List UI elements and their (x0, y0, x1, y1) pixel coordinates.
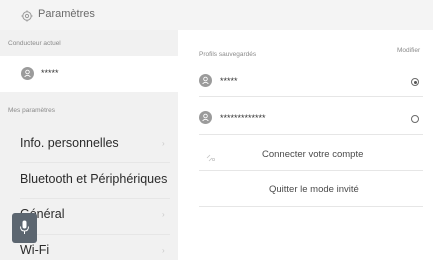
voice-assistant-button[interactable] (12, 213, 37, 243)
my-settings-section-label: Mes paramètres (8, 107, 55, 114)
header-bar: Paramètres (0, 0, 433, 30)
divider (199, 206, 423, 207)
quit-guest-mode-button[interactable]: Quitter le mode invité (269, 184, 359, 195)
profile-row[interactable]: ***** (195, 66, 421, 96)
chevron-right-icon: › (162, 139, 165, 148)
edit-profiles-button[interactable]: Modifier (397, 47, 420, 54)
chevron-right-icon: › (162, 175, 165, 184)
menu-item-bluetooth[interactable]: Bluetooth et Périphériques › (0, 163, 178, 199)
divider (199, 96, 423, 97)
settings-screen: Paramètres Conducteur actuel ***** Mes p… (0, 0, 433, 260)
menu-item-label: Info. personnelles (20, 136, 119, 150)
user-icon (21, 67, 34, 80)
link-icon (206, 149, 216, 162)
chevron-right-icon: › (162, 246, 165, 255)
profile-radio-unselected[interactable] (411, 115, 419, 123)
user-icon (199, 111, 212, 124)
profile-radio-selected[interactable] (411, 78, 419, 86)
profile-row[interactable]: ************* (195, 103, 421, 133)
connect-account-button[interactable]: Connecter votre compte (262, 149, 363, 160)
divider (199, 170, 423, 171)
current-driver-section-label: Conducteur actuel (8, 40, 61, 47)
menu-item-label: Wi-Fi (20, 243, 50, 257)
saved-profiles-section-label: Profils sauvegardés (199, 51, 257, 58)
divider (199, 134, 423, 135)
right-panel (178, 30, 433, 260)
page-title: Paramètres (38, 8, 95, 20)
user-icon (199, 74, 212, 87)
gear-icon (21, 9, 33, 22)
menu-item-label: Bluetooth et Périphériques (20, 172, 168, 186)
divider (20, 234, 170, 235)
microphone-icon (19, 220, 30, 236)
chevron-right-icon: › (162, 210, 165, 219)
menu-item-personal-info[interactable]: Info. personnelles › (0, 126, 178, 162)
current-driver-name: ***** (41, 68, 59, 78)
current-driver-row[interactable]: ***** (0, 56, 178, 92)
profile-name: ***** (220, 76, 238, 86)
profile-name: ************* (220, 113, 266, 123)
